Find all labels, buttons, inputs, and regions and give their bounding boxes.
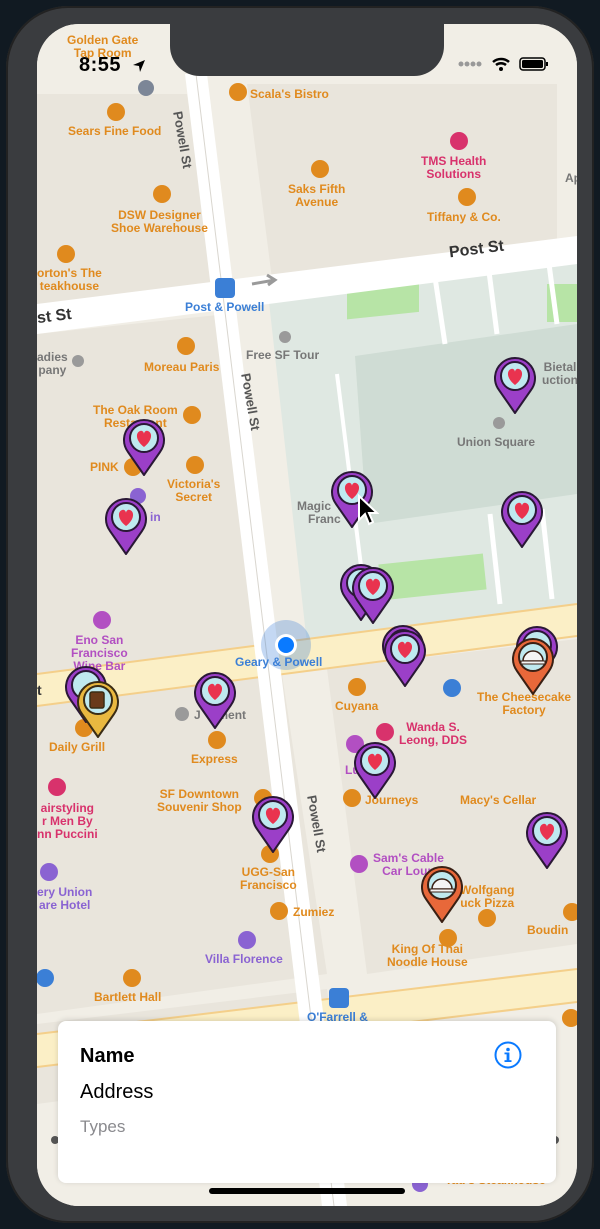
status-icons <box>457 56 549 72</box>
food-pin-icon[interactable] <box>420 865 464 923</box>
place-types: Types <box>80 1117 126 1136</box>
signal-icon <box>458 61 482 67</box>
heart-pin-icon[interactable] <box>251 795 295 853</box>
screen: Powell St Powell St Powell St Post St st… <box>37 24 577 1206</box>
poi-label[interactable]: orton's The teakhouse <box>37 267 102 293</box>
poi-label[interactable]: airstyling r Men By nn Puccini <box>37 802 98 841</box>
heart-pin-icon[interactable] <box>353 741 397 799</box>
user-location-dot <box>278 637 294 653</box>
coffee-pin-icon[interactable] <box>76 680 120 738</box>
poi-label[interactable]: Saks Fifth Avenue <box>288 183 345 209</box>
poi-label[interactable]: Union Square <box>457 436 535 449</box>
heart-pin-icon[interactable] <box>193 671 237 729</box>
poi-label[interactable]: Express <box>191 753 238 766</box>
heart-pin-icon[interactable] <box>104 497 148 555</box>
heart-pin-icon[interactable] <box>500 490 544 548</box>
poi-label[interactable]: ery Union are Hotel <box>37 886 92 912</box>
home-indicator[interactable] <box>209 1188 405 1194</box>
transit-ofarrell-icon <box>329 988 349 1008</box>
poi-label[interactable]: in <box>150 511 161 524</box>
battery-icon <box>519 57 548 71</box>
poi-label[interactable]: Moreau Paris <box>144 361 219 374</box>
poi-label[interactable]: Macy's Cellar <box>460 794 536 807</box>
poi-label[interactable]: King Of Thai Noodle House <box>387 943 468 969</box>
food-pin-icon[interactable] <box>511 637 555 695</box>
poi-label[interactable]: Free SF Tour <box>246 349 319 362</box>
phone-frame: Powell St Powell St Powell St Post St st… <box>6 6 594 1223</box>
poi-label[interactable]: Wanda S. Leong, DDS <box>399 721 467 747</box>
mouse-cursor-icon <box>358 494 379 526</box>
poi-label[interactable]: Cuyana <box>335 700 378 713</box>
poi-label[interactable]: Tiffany & Co. <box>427 211 501 224</box>
transit-post-powell-icon <box>215 278 235 298</box>
poi-label[interactable]: Wolfgang uck Pizza <box>460 884 514 910</box>
heart-pin-icon[interactable] <box>525 811 569 869</box>
poi-label[interactable]: adies pany <box>37 351 68 377</box>
poi-label: t <box>37 682 42 698</box>
poi-label: Ap <box>565 171 577 185</box>
poi-label[interactable]: Zumiez <box>293 906 334 919</box>
poi-label[interactable]: Bartlett Hall <box>94 991 161 1004</box>
poi-label[interactable]: Villa Florence <box>205 953 283 966</box>
poi-label[interactable]: PINK <box>90 461 119 474</box>
notch <box>170 24 444 76</box>
poi-label[interactable]: SF Downtown Souvenir Shop <box>157 788 242 814</box>
poi-label[interactable]: Boudin <box>527 924 568 937</box>
poi-label[interactable]: Sears Fine Food <box>68 125 161 138</box>
transit-label: Post & Powell <box>185 300 265 314</box>
poi-label[interactable]: UGG-San Francisco <box>240 866 297 892</box>
place-address: Address <box>80 1081 154 1103</box>
poi-label[interactable]: Scala's Bistro <box>250 88 329 101</box>
heart-pin-icon[interactable] <box>383 629 427 687</box>
transit-label: Geary & Powell <box>235 655 323 669</box>
poi-label[interactable]: Bietal uction <box>542 361 577 387</box>
wifi-icon <box>492 57 510 71</box>
poi-label[interactable]: Daily Grill <box>49 741 105 754</box>
poi-label[interactable]: DSW Designer Shoe Warehouse <box>111 209 208 235</box>
place-detail-card[interactable]: Name Address Types <box>58 1021 556 1183</box>
poi-label[interactable]: TMS Health Solutions <box>421 155 486 181</box>
heart-pin-icon[interactable] <box>493 356 537 414</box>
info-icon[interactable] <box>494 1041 522 1069</box>
heart-pin-icon[interactable] <box>122 418 166 476</box>
place-name: Name <box>80 1045 135 1067</box>
location-arrow-icon <box>133 60 145 72</box>
poi-label[interactable]: Victoria's Secret <box>167 478 220 504</box>
status-time: 8:55 <box>79 54 122 76</box>
heart-pin-icon[interactable] <box>351 566 395 624</box>
